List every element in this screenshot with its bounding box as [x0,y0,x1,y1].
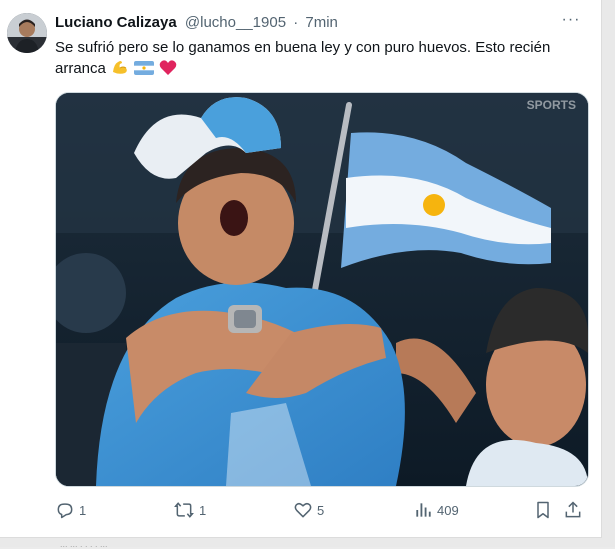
tweet-card[interactable]: Luciano Calizaya @lucho__1905 · 7min ···… [0,0,602,538]
tweet-actions-bar: 1 1 5 409 [55,498,587,522]
red-heart-icon [159,59,177,82]
tweet-text-line1: Se sufrió pero se lo ganamos en buena le… [55,39,551,56]
retweet-count: 1 [199,502,207,518]
header-separator: · [293,14,299,31]
avatar[interactable] [7,13,47,53]
heart-icon [294,502,312,518]
retweet-button[interactable]: 1 [173,498,206,522]
retweet-icon [174,502,194,518]
author-handle[interactable]: @lucho__1905 [185,14,286,31]
author-name[interactable]: Luciano Calizaya [55,14,177,31]
views-button[interactable]: 409 [413,498,459,522]
media-watermark: SPORTS [527,98,576,112]
tweet-time[interactable]: 7min [305,14,338,31]
share-button[interactable] [563,498,583,522]
more-icon: ··· [561,11,581,28]
tweet-text-line2: arranca [55,60,106,77]
reply-button[interactable]: 1 [55,498,86,522]
analytics-icon [416,503,431,517]
reply-count: 1 [79,502,87,518]
flexed-biceps-icon [111,58,129,82]
share-icon [565,501,581,518]
bookmark-button[interactable] [533,498,553,522]
tweet-header: Luciano Calizaya @lucho__1905 · 7min [55,14,338,32]
more-options-button[interactable]: ··· [560,10,582,30]
reply-icon [57,503,73,519]
like-button[interactable]: 5 [293,498,324,522]
views-count: 409 [437,502,459,518]
argentina-flag-icon [134,60,155,82]
tweet-text: Se sufrió pero se lo ganamos en buena le… [55,37,590,82]
tweet-media-photo[interactable]: SPORTS [55,92,589,487]
page-background: Luciano Calizaya @lucho__1905 · 7min ···… [0,0,615,549]
bookmark-icon [537,501,549,519]
like-count: 5 [317,502,325,518]
next-tweet-peek: ... ... . . . . ... [60,539,108,549]
